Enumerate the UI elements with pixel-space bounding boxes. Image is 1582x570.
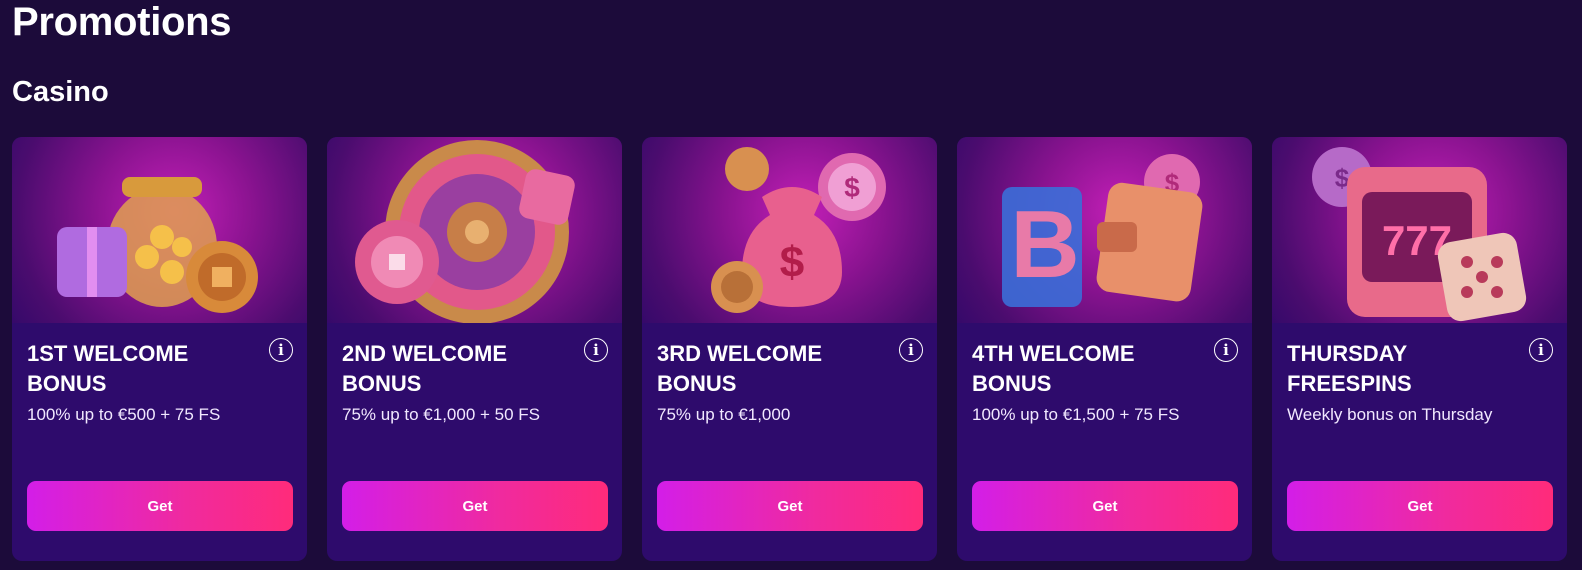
get-button[interactable]: Get bbox=[972, 481, 1238, 531]
card-title: 3RD WELCOME BONUS bbox=[657, 341, 822, 396]
card-title: 4TH WELCOME BONUS bbox=[972, 341, 1135, 396]
svg-text:$: $ bbox=[844, 172, 860, 203]
get-button[interactable]: Get bbox=[27, 481, 293, 531]
promo-card-2: 2ND WELCOME BONUS i 75% up to €1,000 + 5… bbox=[327, 137, 622, 561]
get-button[interactable]: Get bbox=[342, 481, 608, 531]
gift-and-coin-jar-icon bbox=[12, 137, 307, 323]
svg-text:$: $ bbox=[780, 238, 804, 287]
promotions-page: Promotions Casino 1ST WELCOME BONUS i 10… bbox=[0, 0, 1582, 570]
promo-card-4: $ B 4TH WELCOME BONUS i 100% up to €1,50… bbox=[957, 137, 1252, 561]
info-icon[interactable]: i bbox=[899, 338, 923, 362]
card-description: 75% up to €1,000 bbox=[657, 405, 791, 424]
info-icon[interactable]: i bbox=[1529, 338, 1553, 362]
card-description: Weekly bonus on Thursday bbox=[1287, 405, 1493, 424]
card-title: THURSDAY FREESPINS bbox=[1287, 341, 1412, 396]
info-icon[interactable]: i bbox=[1214, 338, 1238, 362]
card-title: 1ST WELCOME BONUS bbox=[27, 341, 189, 396]
info-icon[interactable]: i bbox=[584, 338, 608, 362]
slot-machine-dice-icon: $ 777 bbox=[1272, 137, 1567, 323]
money-bag-icon: $ $ bbox=[642, 137, 937, 323]
promo-card-5: $ 777 THURSDAY FREESPINS i Weekly bonus … bbox=[1272, 137, 1567, 561]
card-description: 100% up to €500 + 75 FS bbox=[27, 405, 221, 424]
bitcoin-wallet-icon: $ B bbox=[957, 137, 1252, 323]
promo-card-1: 1ST WELCOME BONUS i 100% up to €500 + 75… bbox=[12, 137, 307, 561]
get-button[interactable]: Get bbox=[657, 481, 923, 531]
roulette-wheel-icon bbox=[327, 137, 622, 323]
card-description: 75% up to €1,000 + 50 FS bbox=[342, 405, 541, 424]
card-description: 100% up to €1,500 + 75 FS bbox=[972, 405, 1180, 424]
svg-text:B: B bbox=[1010, 191, 1079, 298]
info-icon[interactable]: i bbox=[269, 338, 293, 362]
promo-card-list: 1ST WELCOME BONUS i 100% up to €500 + 75… bbox=[12, 137, 1567, 561]
promo-card-3: $ $ 3RD WELCOME BONUS i 75% up to €1,000… bbox=[642, 137, 937, 561]
section-title-casino: Casino bbox=[12, 76, 109, 108]
get-button[interactable]: Get bbox=[1287, 481, 1553, 531]
page-title: Promotions bbox=[12, 0, 232, 44]
card-title: 2ND WELCOME BONUS bbox=[342, 341, 507, 396]
